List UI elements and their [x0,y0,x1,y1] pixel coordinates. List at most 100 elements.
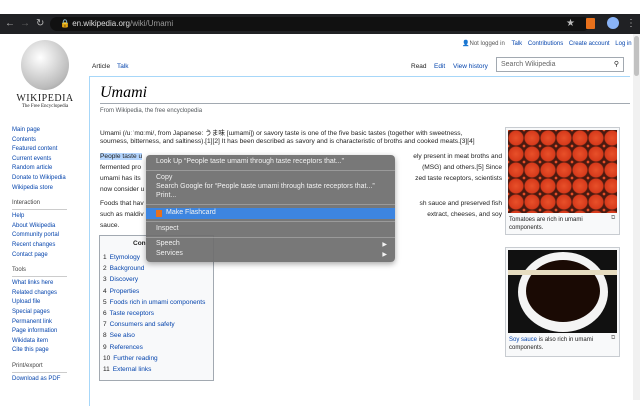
paragraph-fragment: sauce. [100,222,120,229]
toc-link[interactable]: External links [113,366,152,373]
menu-item-search-google[interactable]: Search Google for “People taste umami th… [156,183,375,190]
toc-item[interactable]: 8 See also [103,332,135,339]
toc-number: 6 [103,310,107,317]
enlarge-icon[interactable]: ⧉ [611,335,615,342]
back-icon[interactable]: ← [5,18,15,29]
log-in-link[interactable]: Log in [615,41,631,47]
toc-item[interactable]: 11 External links [103,366,151,373]
toc-link[interactable]: Foods rich in umami components [110,299,206,306]
tab-read[interactable]: Read [411,63,427,70]
wordmark: Wikipedia [16,93,74,104]
paragraph-fragment: (MSG) and others.[5] Since [422,164,502,171]
tab-edit[interactable]: Edit [434,63,445,70]
toc-number: 4 [103,287,107,295]
menu-item-make-flashcard[interactable]: Make Flashcard [166,209,216,216]
tomatoes-image[interactable] [508,130,617,213]
sidebar-link[interactable]: Page information [12,328,57,334]
paragraph-fragment: umami has its [100,175,141,182]
menu-item-copy[interactable]: Copy [156,174,172,181]
toc-link[interactable]: See also [110,332,135,339]
toc-item[interactable]: 2 Background [103,265,144,272]
paragraph-fragment: extract, cheeses, and soy [427,211,502,218]
toc-item[interactable]: 4 Properties [103,288,139,295]
submenu-arrow-icon: ▶ [382,252,387,258]
toc-link[interactable]: Background [110,265,145,272]
soy-sauce-image[interactable] [508,250,617,333]
reload-icon[interactable]: ↻ [36,18,44,29]
toc-item[interactable]: 5 Foods rich in umami components [103,299,205,306]
menu-item-speech[interactable]: Speech [156,240,180,247]
context-menu: Look Up “People taste umami through tast… [146,155,395,262]
sidebar-link[interactable]: Special pages [12,309,50,315]
sidebar-link[interactable]: Wikidata item [12,338,48,344]
paragraph-fragment: now consider u [100,186,145,193]
soy-sauce-link[interactable]: Soy sauce [509,337,537,343]
divider [12,209,67,211]
toc-link[interactable]: Discovery [110,276,139,283]
sidebar-link[interactable]: Community portal [12,232,59,238]
sidebar-link[interactable]: About Wikipedia [12,223,55,229]
tab-article[interactable]: Article [92,63,110,70]
enlarge-icon[interactable]: ⧉ [611,215,615,222]
image-caption: Soy sauce is also rich in umami componen… [509,336,609,352]
sidebar-link[interactable]: Random article [12,165,52,171]
bookmark-star-icon[interactable]: ★ [566,18,575,29]
page-title: Umami [100,84,148,101]
toc-item[interactable]: 3 Discovery [103,276,138,283]
sidebar-link[interactable]: Current events [12,156,51,162]
toc-link[interactable]: Properties [110,288,140,295]
personal-tools: 👤Not logged in Talk Contributions Create… [462,40,632,47]
toc-number: 7 [103,321,107,329]
profile-avatar[interactable] [607,17,619,29]
toc-link[interactable]: Taste receptors [110,310,154,317]
sidebar-link[interactable]: Download as PDF [12,376,60,382]
paragraph-fragment: People taste u [100,153,143,160]
sidebar-link[interactable]: Contact page [12,252,48,258]
toc-item[interactable]: 1 Etymology [103,254,140,261]
toc-item[interactable]: 6 Taste receptors [103,310,154,317]
sidebar-link[interactable]: Contents [12,137,36,143]
address-bar[interactable]: 🔒 en.wikipedia.org/wiki/Umami [50,17,590,31]
menu-dots-icon[interactable]: ⋮ [626,18,636,29]
sidebar-link[interactable]: Recent changes [12,242,55,248]
sidebar-link[interactable]: Upload file [12,299,40,305]
paragraph-fragment: zed taste receptors, scientists [415,175,502,182]
search-input[interactable]: Search Wikipedia ⚲ [496,57,624,72]
toc-item[interactable]: 9 References [103,344,143,351]
sidebar-link[interactable]: Donate to Wikipedia [12,175,66,181]
scrollbar[interactable] [633,34,640,400]
toc-item[interactable]: 7 Consumers and safety [103,321,175,328]
forward-icon[interactable]: → [20,18,30,29]
sidebar-link[interactable]: Help [12,213,24,219]
divider [12,276,67,278]
toc-link[interactable]: References [110,344,143,351]
menu-item-look-up[interactable]: Look Up “People taste umami through tast… [156,158,344,165]
toc-link[interactable]: Etymology [110,254,140,261]
toc-title: Con [133,240,146,247]
flashcard-extension-icon[interactable] [586,18,595,29]
talk-link[interactable]: Talk [512,41,523,47]
wikipedia-logo[interactable]: Wikipedia The Free Encyclopedia [10,40,80,109]
sidebar-link[interactable]: Featured content [12,146,57,152]
sidebar-link[interactable]: Main page [12,127,40,133]
paragraph-line: sourness, bitterness, and saltiness).[1]… [100,138,475,145]
tab-talk[interactable]: Talk [117,63,129,70]
toc-link[interactable]: Further reading [113,355,157,362]
contributions-link[interactable]: Contributions [528,41,563,47]
menu-item-print[interactable]: Print... [156,192,176,199]
menu-item-services[interactable]: Services [156,250,183,257]
sidebar-link[interactable]: Related changes [12,290,57,296]
sidebar-heading: Interaction [12,200,41,207]
toc-item[interactable]: 10 Further reading [103,355,158,362]
sidebar-link[interactable]: Wikipedia store [12,185,53,191]
sidebar-link[interactable]: What links here [12,280,53,286]
menu-item-inspect[interactable]: Inspect [156,225,179,232]
sidebar-link[interactable]: Permanent link [12,319,52,325]
toc-link[interactable]: Consumers and safety [110,321,175,328]
toc-number: 5 [103,298,107,306]
create-account-link[interactable]: Create account [569,41,610,47]
paragraph-fragment: such as maldiv [100,211,144,218]
tab-view-history[interactable]: View history [453,63,488,70]
sidebar-link[interactable]: Cite this page [12,347,49,353]
search-icon[interactable]: ⚲ [614,60,619,68]
